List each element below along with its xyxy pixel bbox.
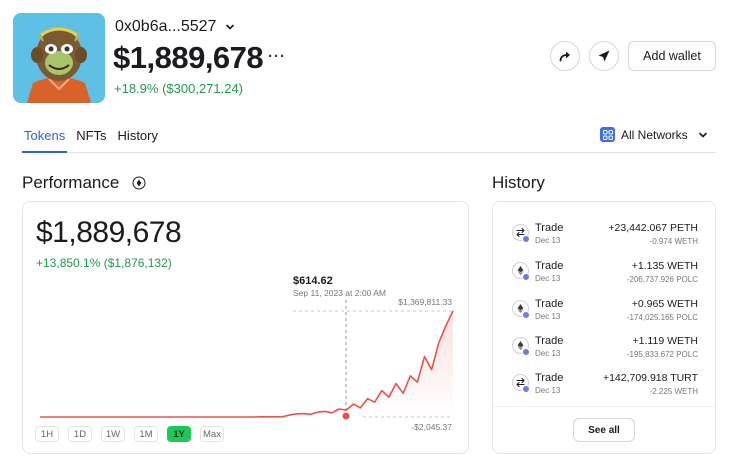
portfolio-change: +18.9% ($300,271.24) bbox=[114, 81, 244, 96]
networks-grid-icon bbox=[600, 127, 615, 142]
see-all-button[interactable]: See all bbox=[573, 418, 635, 442]
history-item[interactable]: Trade Dec 13 +1.119 WETH -195,833.672 PO… bbox=[493, 329, 715, 363]
chart-area bbox=[40, 311, 453, 417]
share-arrow-icon bbox=[559, 51, 570, 62]
max-value-label: $1,369,811.33 bbox=[398, 297, 452, 307]
send-icon bbox=[598, 50, 610, 62]
range-1y[interactable]: 1Y bbox=[167, 426, 191, 442]
history-type: Trade bbox=[535, 222, 564, 234]
performance-title: Performance bbox=[22, 173, 120, 192]
active-tab-indicator bbox=[22, 151, 67, 153]
range-1m[interactable]: 1M bbox=[134, 426, 158, 442]
add-wallet-button[interactable]: Add wallet bbox=[628, 41, 716, 71]
tab-history[interactable]: History bbox=[118, 128, 158, 149]
history-type: Trade bbox=[535, 372, 564, 384]
history-amount: +23,442.067 PETH bbox=[608, 222, 698, 234]
account-selector[interactable]: 0x0b6a...5527 bbox=[115, 18, 236, 36]
history-title: History bbox=[492, 173, 545, 192]
tab-tokens[interactable]: Tokens bbox=[24, 128, 65, 149]
history-sub-amount: -195,833.672 POLC bbox=[626, 350, 698, 359]
network-badge-icon bbox=[522, 385, 530, 393]
time-range-selector: 1H 1D 1W 1M 1Y Max bbox=[35, 426, 224, 442]
history-amount: +0.965 WETH bbox=[631, 298, 698, 310]
history-amount: +1.135 WETH bbox=[631, 260, 698, 272]
networks-label: All Networks bbox=[621, 127, 688, 142]
history-item[interactable]: Trade Dec 13 +0.965 WETH -174,025.165 PO… bbox=[493, 292, 715, 326]
chevron-down-icon bbox=[698, 132, 707, 137]
tab-nfts[interactable]: NFTs bbox=[76, 128, 106, 149]
portfolio-tabs: Tokens NFTs History bbox=[24, 128, 158, 149]
portfolio-balance: $1,889,678 bbox=[113, 40, 264, 75]
tooltip-value: $614.62 bbox=[293, 275, 333, 287]
performance-chart[interactable]: $614.62 Sep 11, 2023 at 2:00 AM $1,369,8… bbox=[23, 202, 468, 453]
history-type: Trade bbox=[535, 335, 564, 347]
history-date: Dec 13 bbox=[535, 274, 561, 283]
history-sub-amount: -206,737.926 POLC bbox=[626, 275, 698, 284]
network-badge-icon bbox=[522, 311, 530, 319]
min-value-label: -$2,045.37 bbox=[411, 422, 452, 432]
history-amount: +1.119 WETH bbox=[632, 335, 698, 347]
range-1d[interactable]: 1D bbox=[68, 426, 92, 442]
network-selector[interactable]: All Networks bbox=[600, 127, 709, 142]
performance-card: $1,889,678 +13,850.1% ($1,876,132) $614.… bbox=[22, 201, 469, 454]
network-badge-icon bbox=[522, 235, 530, 243]
history-item[interactable]: Trade Dec 13 +142,709.918 TURT -2.225 WE… bbox=[493, 366, 715, 400]
tabs-divider bbox=[22, 152, 716, 153]
network-badge-icon bbox=[522, 348, 530, 356]
ape-nft-image bbox=[13, 13, 105, 103]
tooltip-date: Sep 11, 2023 at 2:00 AM bbox=[293, 288, 386, 298]
history-sub-amount: -0.974 WETH bbox=[649, 237, 698, 246]
share-button[interactable] bbox=[550, 41, 580, 71]
range-1h[interactable]: 1H bbox=[35, 426, 59, 442]
network-badge-icon bbox=[522, 273, 530, 281]
history-divider bbox=[493, 406, 715, 407]
avatar[interactable] bbox=[13, 13, 105, 103]
hover-point bbox=[342, 412, 350, 420]
more-options-icon[interactable]: ··· bbox=[268, 48, 286, 65]
history-type: Trade bbox=[535, 298, 564, 310]
chevron-down-icon bbox=[226, 24, 235, 30]
range-max[interactable]: Max bbox=[200, 426, 224, 442]
info-icon[interactable] bbox=[132, 176, 146, 190]
history-date: Dec 13 bbox=[535, 312, 561, 321]
history-item[interactable]: Trade Dec 13 +23,442.067 PETH -0.974 WET… bbox=[493, 216, 715, 250]
range-1w[interactable]: 1W bbox=[101, 426, 125, 442]
history-date: Dec 13 bbox=[535, 349, 561, 358]
history-item[interactable]: Trade Dec 13 +1.135 WETH -206,737.926 PO… bbox=[493, 254, 715, 288]
history-date: Dec 13 bbox=[535, 386, 561, 395]
history-amount: +142,709.918 TURT bbox=[602, 372, 698, 384]
history-sub-amount: -2.225 WETH bbox=[649, 387, 698, 396]
history-card: Trade Dec 13 +23,442.067 PETH -0.974 WET… bbox=[492, 201, 716, 454]
history-sub-amount: -174,025.165 POLC bbox=[626, 313, 698, 322]
history-date: Dec 13 bbox=[535, 236, 561, 245]
send-button[interactable] bbox=[589, 41, 619, 71]
history-type: Trade bbox=[535, 260, 564, 272]
account-address: 0x0b6a...5527 bbox=[115, 18, 217, 35]
